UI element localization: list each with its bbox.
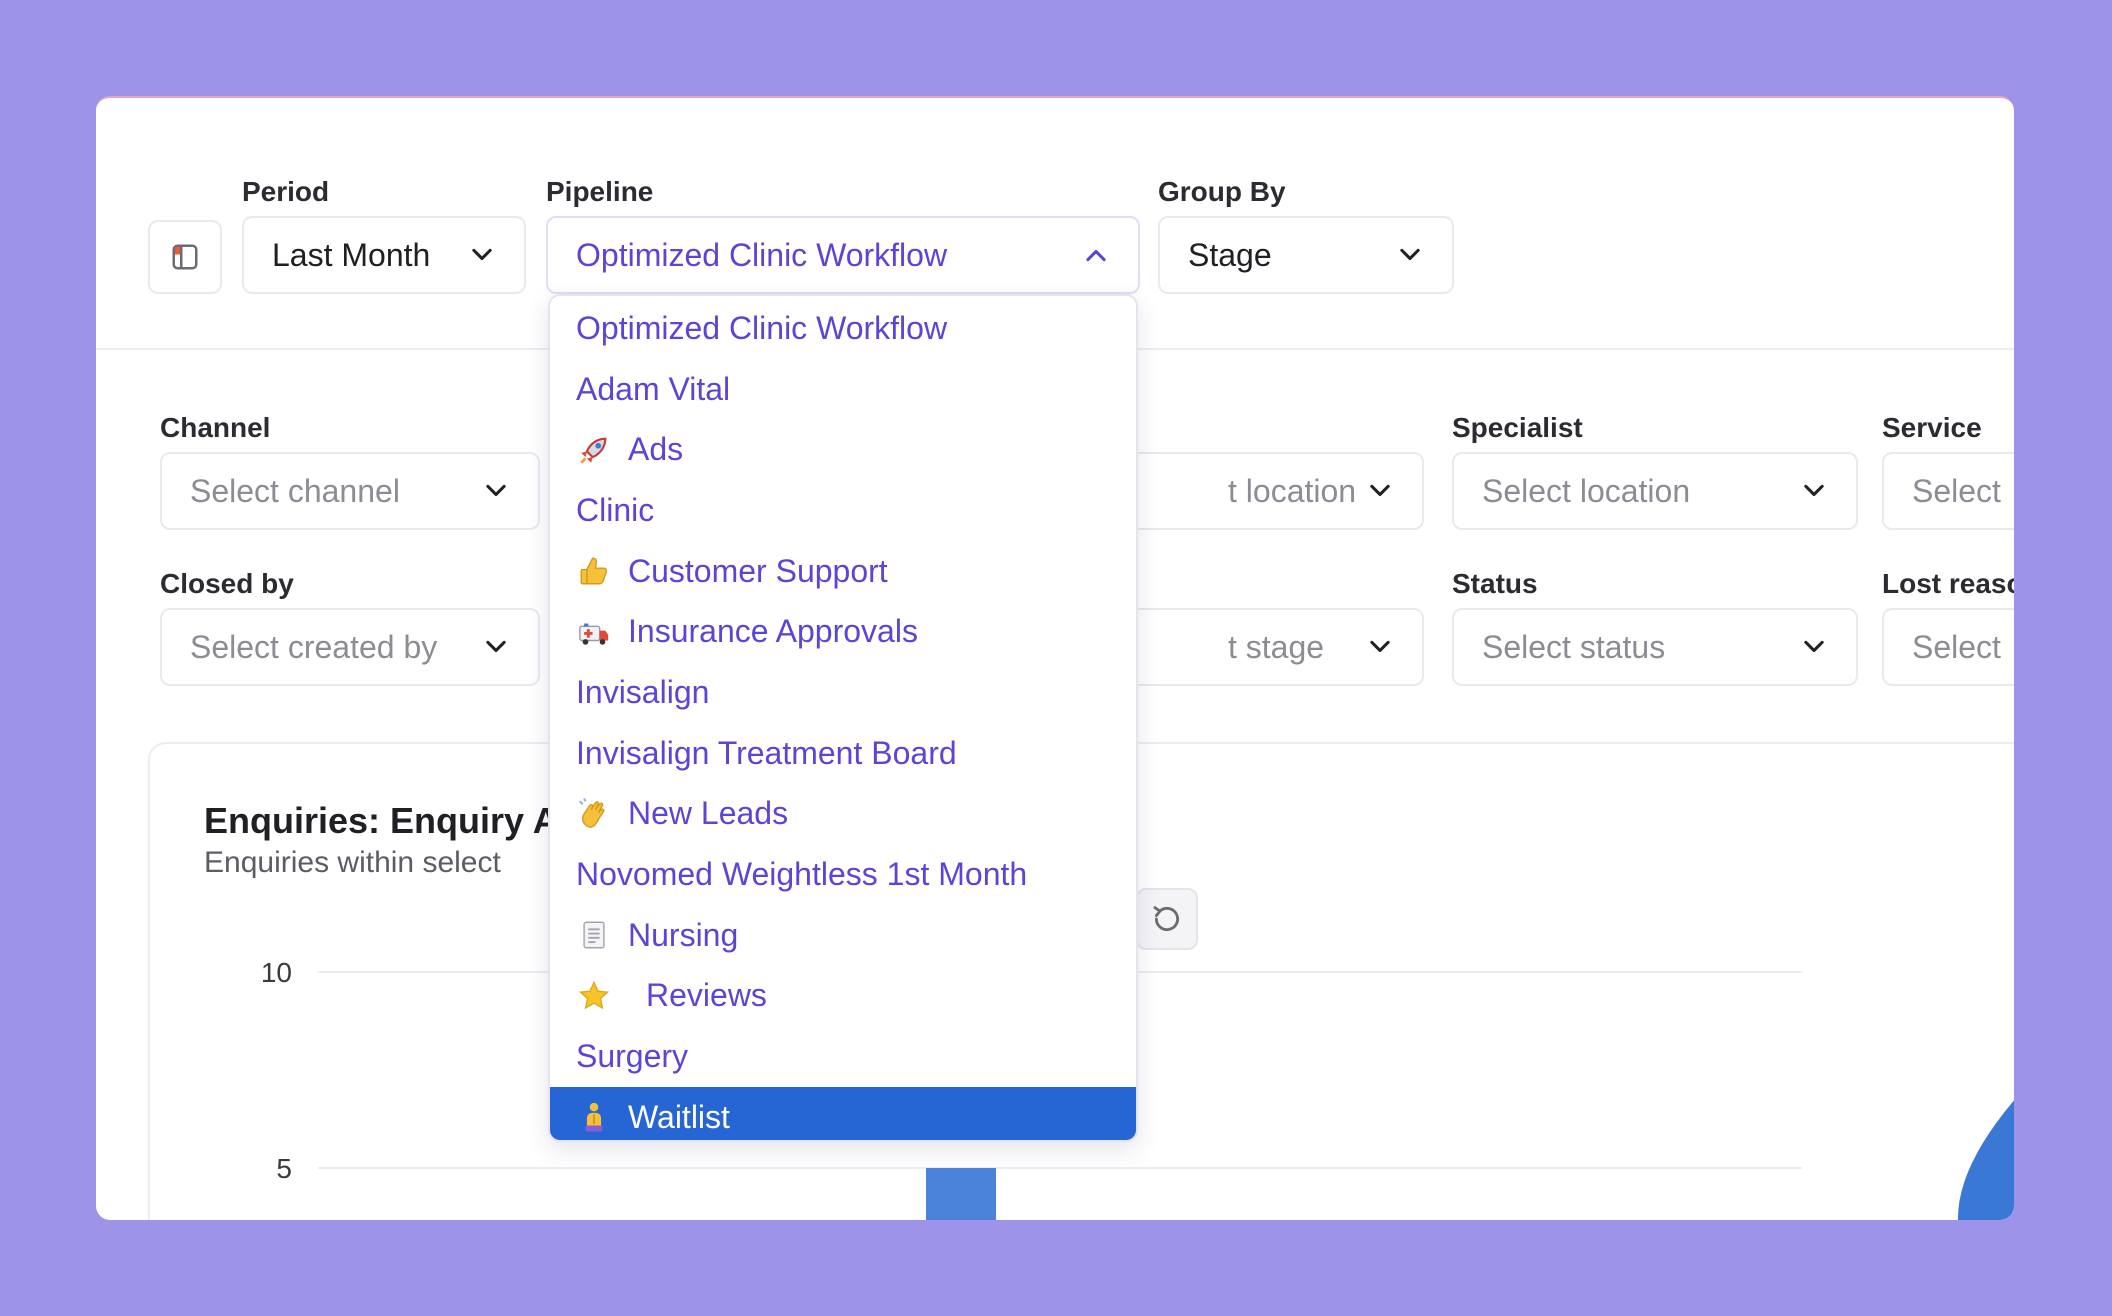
pipeline-option[interactable]: Adam Vital (550, 359, 1136, 420)
pipeline-option-label: Clinic (576, 491, 655, 528)
report-card: Period Last Month Pipeline Optimized Cli… (96, 96, 2014, 1220)
document-icon (576, 917, 612, 953)
pipeline-option[interactable]: Surgery (550, 1026, 1136, 1087)
pipeline-option-label: Ads (628, 431, 684, 468)
pipeline-option-label: Reviews (646, 977, 767, 1014)
pipeline-option[interactable]: Invisalign Treatment Board (550, 723, 1136, 784)
pipeline-option[interactable]: Waitlist (550, 1086, 1136, 1140)
pipeline-option[interactable]: Reviews (550, 966, 1136, 1027)
pipeline-option-label: Waitlist (628, 1098, 730, 1135)
waving-hand-icon (576, 796, 612, 832)
pipeline-option-label: Adam Vital (576, 370, 731, 407)
pipeline-option-label: New Leads (628, 795, 789, 832)
pipeline-option-label: Optimized Clinic Workflow (576, 309, 948, 346)
pipeline-option-label: Nursing (628, 916, 739, 953)
praying-person-icon (576, 1099, 612, 1135)
pipeline-option[interactable]: Customer Support (550, 541, 1136, 602)
rocket-icon (576, 432, 612, 468)
ambulance-icon (576, 614, 612, 650)
pipeline-option[interactable]: Ads (550, 419, 1136, 480)
pipeline-option[interactable]: Nursing (550, 905, 1136, 966)
pipeline-option[interactable]: New Leads (550, 784, 1136, 845)
y-tick-5: 5 (276, 1153, 292, 1184)
pipeline-option-label: Invisalign (576, 673, 710, 710)
y-tick-10: 10 (261, 957, 292, 988)
pipeline-dropdown-menu: Optimized Clinic Workflow Adam Vital Ads Cl… (548, 294, 1138, 1142)
star-icon (576, 978, 612, 1014)
pipeline-option[interactable]: Insurance Approvals (550, 601, 1136, 662)
donut-segment (1958, 1100, 2014, 1220)
pipeline-option[interactable]: Optimized Clinic Workflow (550, 298, 1136, 359)
pipeline-option[interactable]: Novomed Weightless 1st Month (550, 844, 1136, 905)
pipeline-option[interactable]: Clinic (550, 480, 1136, 541)
pipeline-option[interactable]: Invisalign (550, 662, 1136, 723)
chart-bar (926, 1168, 996, 1220)
pipeline-option-label: Novomed Weightless 1st Month (576, 856, 1028, 893)
pipeline-option-label: Invisalign Treatment Board (576, 734, 957, 771)
pipeline-option-label: Insurance Approvals (628, 613, 918, 650)
pipeline-option-label: Surgery (576, 1038, 689, 1075)
pipeline-option-label: Customer Support (628, 552, 888, 589)
thumbs-up-icon (576, 553, 612, 589)
